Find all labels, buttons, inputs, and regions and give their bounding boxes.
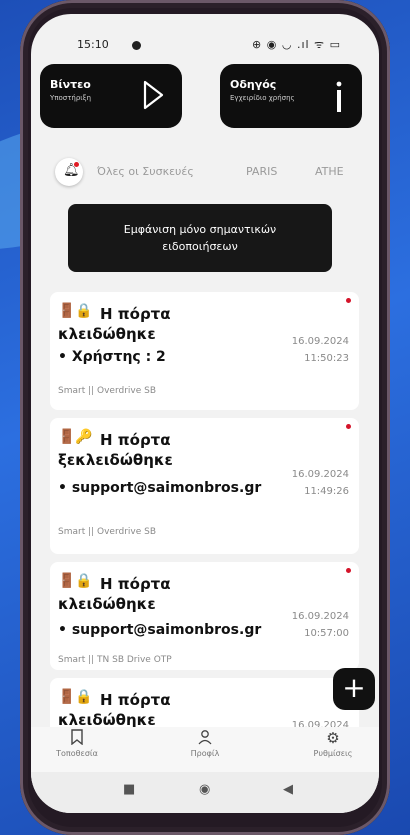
gear-icon: ⚙ (326, 729, 340, 747)
notification-date: 16.09.2024 (291, 611, 349, 622)
video-card-title: Βίντεο (50, 78, 91, 91)
status-bar: 15:10 ⊕ ◉ ◡ .ıl ᯤ ▭ (31, 14, 379, 56)
notification-date: 16.09.2024 (291, 336, 349, 347)
notification-date: 16.09.2024 (291, 469, 349, 480)
status-time: 15:10 (77, 38, 109, 51)
play-icon (143, 80, 164, 110)
notification-user: • support@saimonbros.gr (58, 480, 262, 496)
notification-device: Smart || TN SB Drive OTP (58, 655, 172, 665)
notification-card[interactable]: 🚪🔒 Η πόρτα κλειδώθηκε • Χρήστης : 2 16.0… (50, 292, 359, 410)
person-icon (165, 729, 245, 749)
notification-time: 11:49:26 (304, 486, 349, 497)
nav-location-label: Τοποθεσία (56, 749, 98, 758)
nav-settings[interactable]: ⚙ Ρυθμίσεις (293, 729, 373, 758)
notification-time: 11:50:23 (304, 353, 349, 364)
recents-icon[interactable]: ■ (123, 782, 135, 797)
nav-location[interactable]: Τοποθεσία (37, 729, 117, 758)
notification-user: • support@saimonbros.gr (58, 622, 262, 638)
home-icon[interactable]: ◉ (199, 782, 210, 797)
device-tabs: 🔔︎ Όλες οι Συσκευές PARIS ATHE (31, 152, 379, 192)
notification-card[interactable]: 🚪🔒 Η πόρτα κλειδώθηκε • support@saimonbr… (50, 562, 359, 670)
notification-title: Η πόρτα ξεκλειδώθηκε (58, 431, 173, 469)
notification-card[interactable]: 🚪🔑 Η πόρτα ξεκλειδώθηκε • support@saimon… (50, 418, 359, 554)
tab-paris[interactable]: PARIS (246, 165, 277, 178)
guide-card-subtitle: Εγχειρίδιο χρήσης (230, 94, 295, 102)
unread-dot (346, 298, 351, 303)
bookmark-icon (37, 729, 117, 749)
notifications-bell-button[interactable]: 🔔︎ (55, 158, 83, 186)
show-important-only-button[interactable]: Εμφάνιση μόνο σημαντικών ειδοποιήσεων (68, 204, 332, 272)
tab-all-devices[interactable]: Όλες οι Συσκευές (97, 165, 194, 178)
nav-settings-label: Ρυθμίσεις (313, 749, 353, 758)
notification-title: Η πόρτα κλειδώθηκε (58, 575, 171, 613)
unread-dot (346, 424, 351, 429)
notification-device: Smart || Overdrive SB (58, 527, 157, 537)
back-icon[interactable]: ◀ (283, 782, 293, 797)
bell-badge (74, 162, 79, 167)
notification-title: Η πόρτα κλειδώθηκε (58, 305, 171, 343)
video-card-subtitle: Υποστήριξη (50, 94, 92, 102)
guide-card-title: Οδηγός (230, 78, 277, 91)
nav-profile-label: Προφίλ (190, 749, 220, 758)
notification-device: Smart || Overdrive SB (58, 386, 157, 396)
notification-title: Η πόρτα κλειδώθηκε (58, 691, 171, 729)
notification-time: 10:57:00 (304, 628, 349, 639)
info-icon (336, 81, 342, 112)
bottom-navigation: Τοποθεσία Προφίλ ⚙ Ρυθμίσεις (31, 727, 379, 772)
video-support-card[interactable]: Βίντεο Υποστήριξη (40, 64, 182, 128)
camera-icon (132, 41, 141, 50)
notification-user: • Χρήστης : 2 (58, 349, 166, 365)
tab-athe[interactable]: ATHE (315, 165, 344, 178)
status-icons: ⊕ ◉ ◡ .ıl ᯤ ▭ (252, 38, 341, 51)
add-button[interactable]: + (333, 668, 375, 710)
nav-profile[interactable]: Προφίλ (165, 729, 245, 758)
system-navigation-bar: ■ ◉ ◀ (31, 772, 379, 813)
app-screen: 15:10 ⊕ ◉ ◡ .ıl ᯤ ▭ Βίντεο Υποστήριξη Οδ… (31, 14, 379, 813)
unread-dot (346, 568, 351, 573)
user-guide-card[interactable]: Οδηγός Εγχειρίδιο χρήσης (220, 64, 362, 128)
